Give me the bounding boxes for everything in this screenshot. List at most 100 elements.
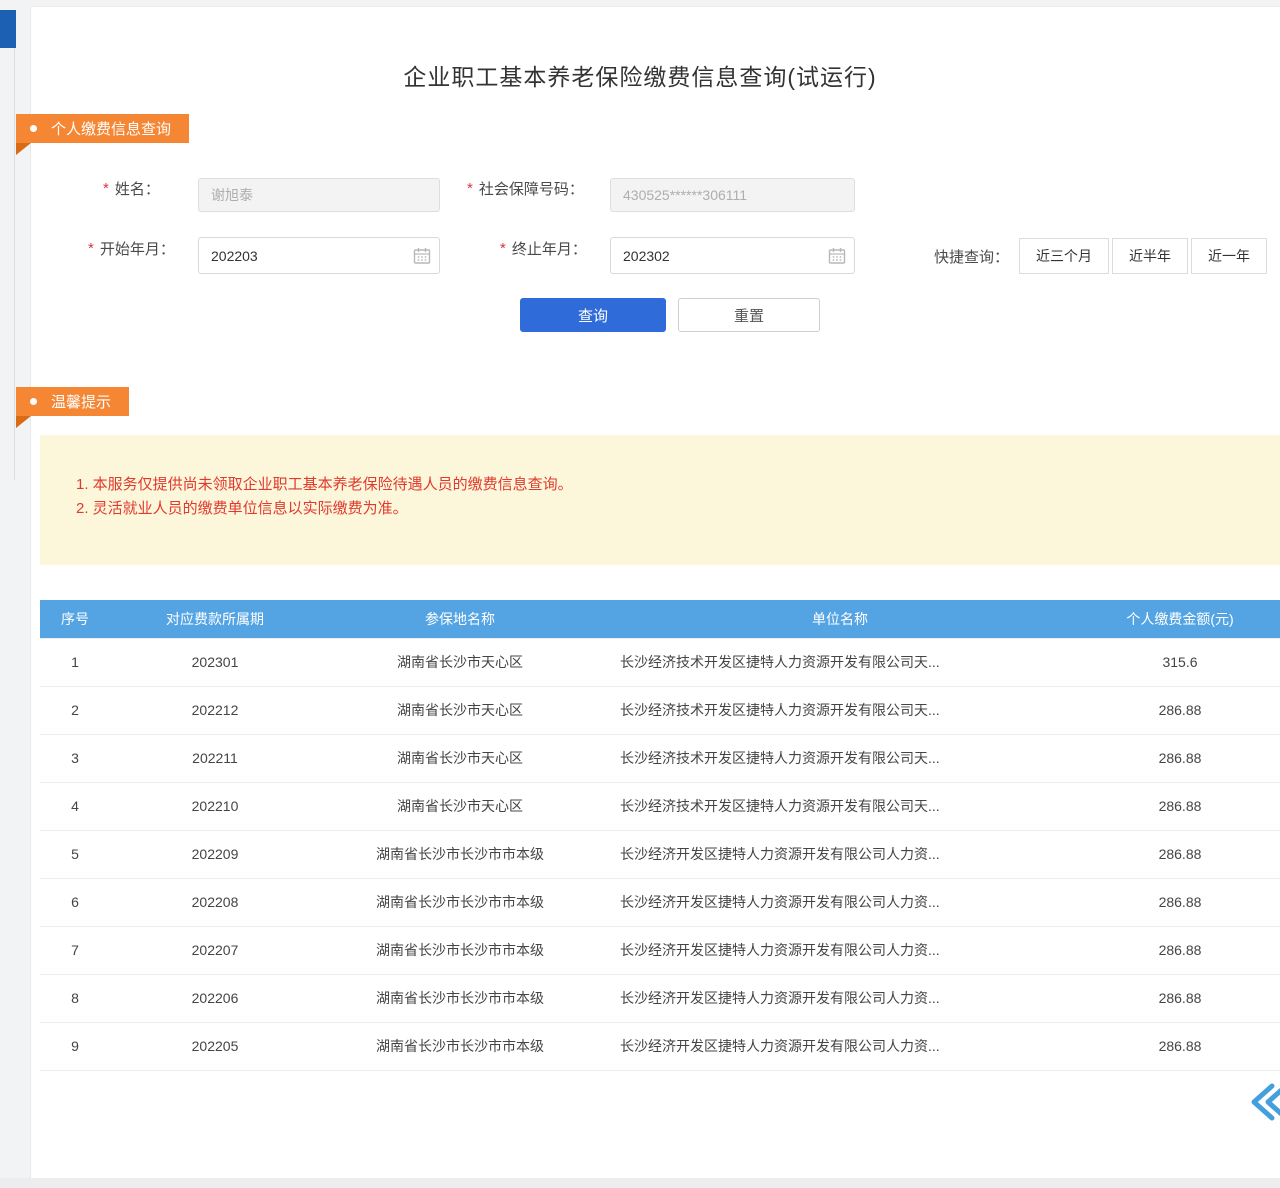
- cell-company: 长沙经济技术开发区捷特人力资源开发有限公司天...: [600, 686, 1080, 734]
- table-row: 5 202209 湖南省长沙市长沙市市本级 长沙经济开发区捷特人力资源开发有限公…: [40, 830, 1280, 878]
- ssn-input[interactable]: [610, 178, 855, 212]
- required-star: *: [103, 180, 109, 197]
- name-input[interactable]: [198, 178, 440, 212]
- cell-index: 2: [40, 686, 110, 734]
- cell-period: 202207: [110, 926, 320, 974]
- cell-period: 202208: [110, 878, 320, 926]
- table-row: 8 202206 湖南省长沙市长沙市市本级 长沙经济开发区捷特人力资源开发有限公…: [40, 974, 1280, 1022]
- sidebar-divider: [14, 48, 15, 480]
- required-star: *: [500, 240, 506, 257]
- end-month-input-wrap: [610, 237, 855, 274]
- cell-index: 6: [40, 878, 110, 926]
- form-actions: 查询 重置: [520, 298, 820, 332]
- cell-index: 3: [40, 734, 110, 782]
- calendar-icon[interactable]: [413, 247, 431, 265]
- required-star: *: [88, 240, 94, 257]
- cell-index: 4: [40, 782, 110, 830]
- collapsed-sidebar-tab[interactable]: [0, 10, 16, 48]
- cell-area: 湖南省长沙市长沙市市本级: [320, 830, 600, 878]
- bullet-dot-icon: [30, 125, 37, 132]
- table-header-row: 序号 对应费款所属期 参保地名称 单位名称 个人缴费金额(元): [40, 600, 1280, 638]
- table-row: 4 202210 湖南省长沙市天心区 长沙经济技术开发区捷特人力资源开发有限公司…: [40, 782, 1280, 830]
- table-row: 6 202208 湖南省长沙市长沙市市本级 长沙经济开发区捷特人力资源开发有限公…: [40, 878, 1280, 926]
- section-badge-tips: 温馨提示: [16, 387, 129, 416]
- header-company: 单位名称: [600, 600, 1080, 638]
- cell-index: 7: [40, 926, 110, 974]
- start-month-input-wrap: [198, 237, 440, 274]
- bullet-dot-icon: [30, 398, 37, 405]
- cell-period: 202209: [110, 830, 320, 878]
- calendar-icon[interactable]: [828, 247, 846, 265]
- cell-company: 长沙经济开发区捷特人力资源开发有限公司人力资...: [600, 926, 1080, 974]
- cell-company: 长沙经济开发区捷特人力资源开发有限公司人力资...: [600, 974, 1080, 1022]
- quick-query-group: 快捷查询： 近三个月 近半年 近一年: [934, 238, 1267, 274]
- header-area: 参保地名称: [320, 600, 600, 638]
- ribbon-fold-decoration: [16, 143, 31, 155]
- name-input-wrap: [198, 178, 440, 212]
- table-row: 9 202205 湖南省长沙市长沙市市本级 长沙经济开发区捷特人力资源开发有限公…: [40, 1022, 1280, 1070]
- cell-area: 湖南省长沙市长沙市市本级: [320, 878, 600, 926]
- table-row: 7 202207 湖南省长沙市长沙市市本级 长沙经济开发区捷特人力资源开发有限公…: [40, 926, 1280, 974]
- ssn-field-group: * 社会保障号码：: [467, 178, 584, 199]
- quick-query-label: 快捷查询：: [934, 246, 1009, 267]
- notice-line: 1. 本服务仅提供尚未领取企业职工基本养老保险待遇人员的缴费信息查询。: [76, 473, 1260, 497]
- cell-company: 长沙经济开发区捷特人力资源开发有限公司人力资...: [600, 1022, 1080, 1070]
- cell-period: 202211: [110, 734, 320, 782]
- cell-period: 202205: [110, 1022, 320, 1070]
- cell-period: 202210: [110, 782, 320, 830]
- cell-area: 湖南省长沙市天心区: [320, 686, 600, 734]
- cell-index: 5: [40, 830, 110, 878]
- cell-index: 1: [40, 638, 110, 686]
- table-row: 1 202301 湖南省长沙市天心区 长沙经济技术开发区捷特人力资源开发有限公司…: [40, 638, 1280, 686]
- ssn-label: 社会保障号码：: [479, 178, 584, 199]
- table-row: 2 202212 湖南省长沙市天心区 长沙经济技术开发区捷特人力资源开发有限公司…: [40, 686, 1280, 734]
- cell-amount: 315.6: [1080, 638, 1280, 686]
- cell-area: 湖南省长沙市天心区: [320, 638, 600, 686]
- page-title: 企业职工基本养老保险缴费信息查询(试运行): [0, 58, 1280, 92]
- cell-amount: 286.88: [1080, 974, 1280, 1022]
- query-button[interactable]: 查询: [520, 298, 666, 332]
- cell-period: 202301: [110, 638, 320, 686]
- header-amount: 个人缴费金额(元): [1080, 600, 1280, 638]
- cell-company: 长沙经济技术开发区捷特人力资源开发有限公司天...: [600, 782, 1080, 830]
- cell-area: 湖南省长沙市长沙市市本级: [320, 974, 600, 1022]
- start-month-input[interactable]: [198, 237, 440, 274]
- notice-box: 1. 本服务仅提供尚未领取企业职工基本养老保险待遇人员的缴费信息查询。 2. 灵…: [40, 435, 1280, 565]
- double-chevron-left-icon[interactable]: [1248, 1080, 1280, 1124]
- cell-period: 202212: [110, 686, 320, 734]
- cell-area: 湖南省长沙市长沙市市本级: [320, 1022, 600, 1070]
- required-star: *: [467, 180, 473, 197]
- quick-query-1year-button[interactable]: 近一年: [1191, 238, 1267, 274]
- ribbon-fold-decoration: [16, 416, 31, 428]
- header-period: 对应费款所属期: [110, 600, 320, 638]
- cell-amount: 286.88: [1080, 926, 1280, 974]
- cell-area: 湖南省长沙市天心区: [320, 782, 600, 830]
- end-month-input[interactable]: [610, 237, 855, 274]
- reset-button[interactable]: 重置: [678, 298, 820, 332]
- cell-index: 8: [40, 974, 110, 1022]
- notice-line: 2. 灵活就业人员的缴费单位信息以实际缴费为准。: [76, 497, 1260, 521]
- section-badge-personal-query: 个人缴费信息查询: [16, 114, 189, 143]
- cell-index: 9: [40, 1022, 110, 1070]
- start-month-field-group: * 开始年月：: [88, 238, 175, 259]
- cell-amount: 286.88: [1080, 734, 1280, 782]
- cell-area: 湖南省长沙市长沙市市本级: [320, 926, 600, 974]
- section-badge-label: 个人缴费信息查询: [51, 118, 171, 139]
- cell-amount: 286.88: [1080, 878, 1280, 926]
- start-month-label: 开始年月：: [100, 238, 175, 259]
- cell-amount: 286.88: [1080, 686, 1280, 734]
- payment-records-table: 序号 对应费款所属期 参保地名称 单位名称 个人缴费金额(元) 1 202301…: [40, 600, 1280, 1071]
- cell-period: 202206: [110, 974, 320, 1022]
- cell-company: 长沙经济开发区捷特人力资源开发有限公司人力资...: [600, 878, 1080, 926]
- header-index: 序号: [40, 600, 110, 638]
- end-month-field-group: * 终止年月：: [500, 238, 587, 259]
- name-field-group: * 姓名：: [103, 178, 160, 199]
- cell-company: 长沙经济技术开发区捷特人力资源开发有限公司天...: [600, 638, 1080, 686]
- section-badge-label: 温馨提示: [51, 391, 111, 412]
- cell-company: 长沙经济开发区捷特人力资源开发有限公司人力资...: [600, 830, 1080, 878]
- name-label: 姓名：: [115, 178, 160, 199]
- cell-amount: 286.88: [1080, 1022, 1280, 1070]
- bottom-edge: [0, 1178, 1280, 1188]
- quick-query-3months-button[interactable]: 近三个月: [1019, 238, 1109, 274]
- quick-query-halfyear-button[interactable]: 近半年: [1112, 238, 1188, 274]
